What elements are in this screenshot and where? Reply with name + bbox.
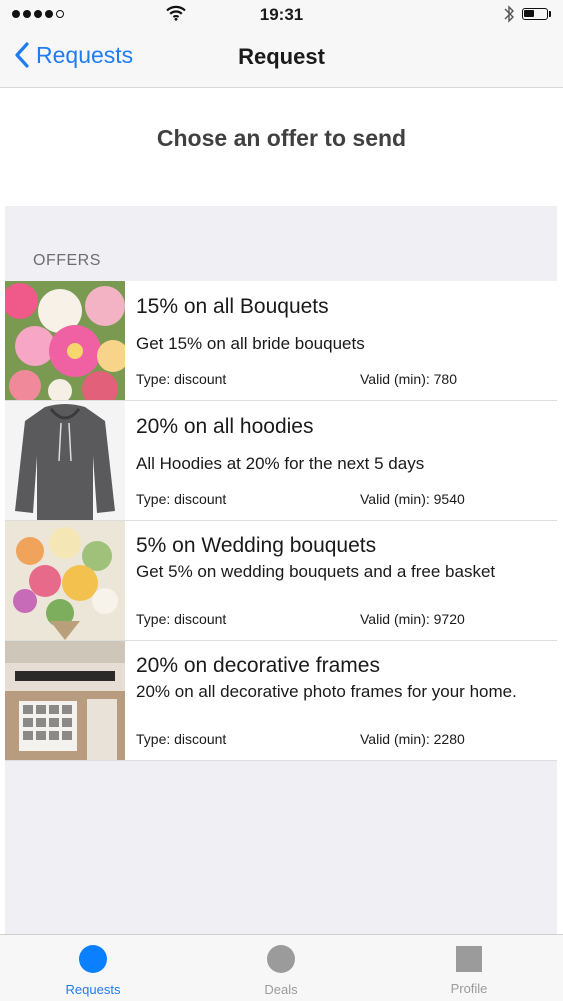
offer-description: Get 5% on wedding bouquets and a free ba… [136,562,496,581]
tab-profile[interactable]: Profile [409,945,529,996]
status-time: 19:31 [259,5,304,24]
offer-validity: Valid (min): 9540 [360,491,465,507]
offer-validity: Valid (min): 9720 [360,611,465,627]
tab-deals-label: Deals [264,982,298,997]
circle-icon [79,945,107,973]
offer-description: All Hoodies at 20% for the next 5 days [136,454,425,473]
bluetooth-icon [504,5,514,23]
square-icon [456,946,482,972]
circle-icon [267,945,295,973]
offer-title: 5% on Wedding bouquets [136,534,377,557]
navigation-bar: Requests Request [0,30,563,88]
offer-row[interactable]: 20% on all hoodies All Hoodies at 20% fo… [5,401,557,521]
offer-list: 15% on all Bouquets Get 15% on all bride… [5,281,557,761]
tab-requests-label: Requests [65,982,121,997]
offer-row[interactable]: 15% on all Bouquets Get 15% on all bride… [5,281,557,401]
offer-type: Type: discount [136,611,227,627]
offer-type: Type: discount [136,491,227,507]
tab-requests[interactable]: Requests [33,945,153,997]
flower-bouquet-image [5,281,125,400]
battery-tip [549,11,551,17]
offer-prompt-heading: Chose an offer to send [156,125,407,151]
wedding-bouquet-image [5,521,125,640]
offer-title: 15% on all Bouquets [136,295,329,318]
page-title: Request [238,44,325,69]
tab-bar: Requests Deals Profile [0,934,563,1001]
offer-description: Get 15% on all bride bouquets [136,334,365,353]
offer-row[interactable]: 5% on Wedding bouquets Get 5% on wedding… [5,521,557,641]
heading-area: Chose an offer to send [0,88,563,206]
offer-description: 20% on all decorative photo frames for y… [136,682,517,701]
offer-row[interactable]: 20% on decorative frames 20% on all deco… [5,641,557,761]
offer-title: 20% on decorative frames [136,654,380,677]
offers-section: OFFERS 15% on all Bouquets Get 15% on al… [5,206,557,934]
offer-type: Type: discount [136,731,227,747]
tab-profile-label: Profile [450,981,488,996]
photo-frames-image [5,641,125,760]
battery-icon [522,8,548,20]
status-bar: 19:31 [0,0,563,30]
offers-section-title: OFFERS [33,252,101,269]
tab-deals[interactable]: Deals [221,945,341,997]
offer-validity: Valid (min): 2280 [360,731,465,747]
offer-validity: Valid (min): 780 [360,371,458,387]
offer-type: Type: discount [136,371,227,387]
grey-hoodie-image [5,401,125,520]
offer-title: 20% on all hoodies [136,415,314,438]
